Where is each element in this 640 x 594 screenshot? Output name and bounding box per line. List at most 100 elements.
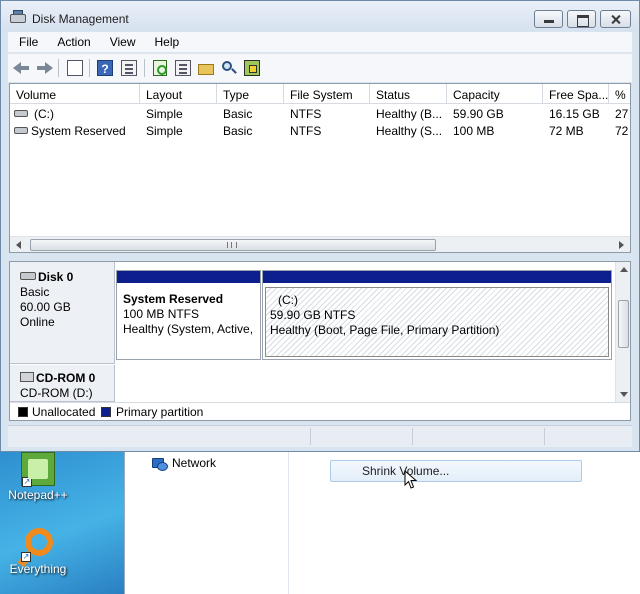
cell-file-system: NTFS <box>290 124 322 138</box>
cell-capacity: 100 MB <box>453 124 495 138</box>
column-header-free-space[interactable]: Free Spa... <box>543 84 609 104</box>
legend-label-unallocated: Unallocated <box>32 405 96 419</box>
grip-icon <box>227 242 237 248</box>
context-menu-shrink-volume[interactable]: Shrink Volume... <box>330 460 582 482</box>
cell-free-space: 72 MB <box>549 124 584 138</box>
scrollbar-thumb[interactable] <box>30 239 436 251</box>
partition-name: (C:) <box>278 293 298 307</box>
cell-status: Healthy (S... <box>376 124 443 138</box>
scroll-up-icon[interactable] <box>620 267 628 272</box>
cell-layout: Simple <box>146 124 183 138</box>
disk-0-label[interactable]: Disk 0 Basic 60.00 GB Online <box>10 262 115 364</box>
legend: Unallocated Primary partition <box>10 402 630 420</box>
cell-file-system: NTFS <box>290 107 322 121</box>
column-header-percent-free[interactable]: % F <box>609 84 630 104</box>
table-row[interactable]: System Reserved Simple Basic NTFS Health… <box>10 122 630 139</box>
partition-system-reserved[interactable]: System Reserved 100 MB NTFS Healthy (Sys… <box>116 270 261 360</box>
partition-status: Healthy (Boot, Page File, Primary Partit… <box>270 323 500 337</box>
status-segment <box>544 428 630 445</box>
drive-icon <box>14 127 28 134</box>
notepadpp-icon: ↗ <box>21 452 55 487</box>
minimize-button[interactable] <box>534 10 563 28</box>
column-header-layout[interactable]: Layout <box>140 84 217 104</box>
settings-icon[interactable] <box>243 59 261 77</box>
show-hide-icon[interactable] <box>120 59 138 77</box>
help-icon[interactable]: ? <box>96 59 114 77</box>
vertical-scrollbar[interactable] <box>615 262 630 402</box>
legend-label-primary: Primary partition <box>116 405 204 419</box>
cdrom-0-label[interactable]: CD-ROM 0 CD-ROM (D:) <box>10 365 115 402</box>
forward-icon[interactable] <box>35 59 53 77</box>
column-header-capacity[interactable]: Capacity <box>447 84 543 104</box>
maximize-button[interactable] <box>567 10 596 28</box>
cell-percent-free: 27 <box>615 107 629 121</box>
cell-volume: System Reserved <box>31 124 126 138</box>
drive-icon <box>14 110 28 117</box>
scroll-right-icon[interactable] <box>619 241 624 249</box>
nav-item-label: Network <box>172 456 217 470</box>
disk-management-window: Disk Management File Action View Help ? … <box>0 0 640 452</box>
partition-name: System Reserved <box>123 292 224 306</box>
properties-icon[interactable] <box>174 59 192 77</box>
cell-free-space: 16.15 GB <box>549 107 600 121</box>
status-segment <box>310 428 410 445</box>
cell-layout: Simple <box>146 107 183 121</box>
back-icon[interactable] <box>13 59 31 77</box>
disk-name: Disk 0 <box>38 270 74 284</box>
table-row[interactable]: (C:) Simple Basic NTFS Healthy (B... 59.… <box>10 105 630 122</box>
desktop-icon-notepadpp[interactable]: ↗ Notepad++ <box>0 452 78 502</box>
column-header-status[interactable]: Status <box>370 84 447 104</box>
disk-management-icon <box>10 10 26 24</box>
cell-volume: (C:) <box>34 107 54 121</box>
column-header-file-system[interactable]: File System <box>284 84 370 104</box>
primary-partition-bar <box>117 271 260 283</box>
horizontal-scrollbar[interactable] <box>10 236 630 252</box>
toolbar-separator <box>58 59 59 77</box>
menu-bar: File Action View Help <box>8 32 632 52</box>
network-icon <box>151 456 168 471</box>
disk-map: Disk 0 Basic 60.00 GB Online System Rese… <box>9 261 631 421</box>
desktop-icon-everything[interactable]: ↗ Everything <box>0 526 78 576</box>
volume-list-header: Volume Layout Type File System Status Ca… <box>10 84 630 104</box>
toolbar-separator <box>89 59 90 77</box>
menu-help[interactable]: Help <box>144 32 188 52</box>
cdrom-icon <box>20 372 34 382</box>
disk-state: Online <box>20 315 55 329</box>
close-button[interactable] <box>600 10 631 28</box>
menu-view[interactable]: View <box>99 32 144 52</box>
partition-c[interactable]: (C:) 59.90 GB NTFS Healthy (Boot, Page F… <box>262 270 612 360</box>
column-header-type[interactable]: Type <box>217 84 284 104</box>
menu-action[interactable]: Action <box>46 32 98 52</box>
menu-file[interactable]: File <box>8 32 46 52</box>
column-header-volume[interactable]: Volume <box>10 84 140 104</box>
toolbar: ? <box>8 53 632 82</box>
open-folder-icon[interactable] <box>197 59 215 77</box>
refresh-icon[interactable] <box>151 59 169 77</box>
cell-capacity: 59.90 GB <box>453 107 504 121</box>
everything-search-icon: ↗ <box>17 526 55 568</box>
title-bar[interactable]: Disk Management <box>1 1 639 31</box>
partition-size-fs: 59.90 GB NTFS <box>270 308 356 322</box>
desktop-icon-label: Notepad++ <box>8 488 68 502</box>
window-title: Disk Management <box>32 12 129 26</box>
cdrom-name: CD-ROM 0 <box>36 371 96 385</box>
scrollbar-thumb[interactable] <box>618 300 629 348</box>
shortcut-arrow-icon: ↗ <box>22 477 32 487</box>
nav-item-network[interactable]: Network <box>151 456 217 471</box>
disk-size: 60.00 GB <box>20 300 71 314</box>
disk-type: Basic <box>20 285 50 299</box>
cell-status: Healthy (B... <box>376 107 443 121</box>
scroll-left-icon[interactable] <box>16 241 21 249</box>
scroll-down-icon[interactable] <box>620 392 628 397</box>
legend-swatch-unallocated <box>18 407 28 417</box>
console-tree-icon[interactable] <box>66 59 84 77</box>
explorer-nav-pane: Network <box>125 452 289 594</box>
search-icon[interactable] <box>220 59 238 77</box>
disk-icon <box>20 272 36 280</box>
partition-status: Healthy (System, Active, <box>123 322 254 336</box>
desktop-icon-label: Everything <box>9 562 67 576</box>
shortcut-arrow-icon: ↗ <box>21 552 31 562</box>
partition-size-fs: 100 MB NTFS <box>123 307 200 321</box>
cell-type: Basic <box>223 124 253 138</box>
status-bar <box>8 425 632 447</box>
